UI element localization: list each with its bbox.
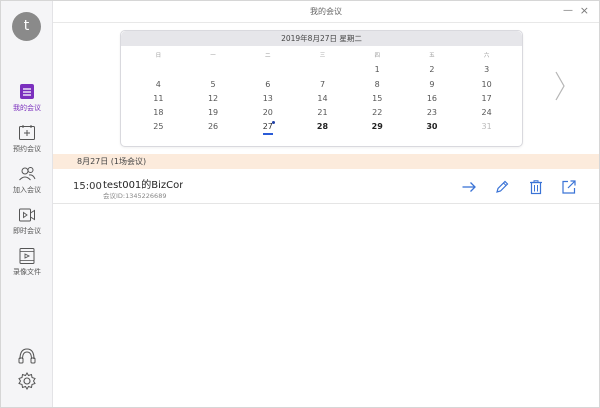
- calendar-day[interactable]: 23: [405, 106, 460, 120]
- calendar-header: 2019年8月27日 星期二: [121, 31, 522, 46]
- calendar-day[interactable]: 20: [240, 106, 295, 120]
- sidebar-item-label: 我的会议: [13, 104, 41, 112]
- window-title: 我的会议: [310, 7, 342, 16]
- weekday-label: 一: [210, 53, 216, 59]
- sidebar-item-join[interactable]: 加入会议: [1, 165, 53, 203]
- share-icon[interactable]: [561, 179, 577, 195]
- calendar-day[interactable]: 4: [131, 78, 186, 92]
- calendar-day[interactable]: 18: [131, 106, 186, 120]
- calendar-day[interactable]: 31: [459, 120, 514, 134]
- calendar-day[interactable]: 19: [186, 106, 241, 120]
- film-icon: [19, 248, 35, 264]
- event-dot: [271, 121, 275, 125]
- calendar-day[interactable]: 9: [405, 78, 460, 92]
- meeting-time: 15:00: [73, 181, 102, 192]
- sidebar-item-label: 录像文件: [13, 268, 41, 276]
- weekday-label: 二: [265, 53, 271, 59]
- sidebar-item-my-meetings[interactable]: 我的会议: [1, 83, 53, 121]
- sidebar-item-label: 预约会议: [13, 145, 41, 153]
- calendar-day[interactable]: 29: [350, 120, 405, 134]
- today-underline: [262, 133, 273, 135]
- avatar[interactable]: t: [12, 12, 41, 41]
- calendar: 2019年8月27日 星期二 日一二三四五六 1 2 3 4 5 6 7 8 9 10 11 12 13 1…: [120, 30, 523, 147]
- app-window: t 我的会议 预约会议 加入会议 即时会议 录像文件 我的会议 — × 2019…: [0, 0, 600, 408]
- calendar-day[interactable]: 27: [240, 120, 295, 135]
- calendar-day[interactable]: 15: [350, 92, 405, 106]
- calendar-day[interactable]: 30: [405, 120, 460, 134]
- sidebar-item-label: 加入会议: [13, 186, 41, 194]
- calendar-day[interactable]: 7: [295, 78, 350, 92]
- calendar-day[interactable]: 5: [186, 78, 241, 92]
- calendar-day[interactable]: 26: [186, 120, 241, 134]
- meeting-row[interactable]: 15:00 test001的BizCor 会议ID:1345226689: [53, 171, 599, 204]
- calendar-day[interactable]: 10: [459, 78, 514, 92]
- day-header: 8月27日 (1场会议): [53, 154, 599, 169]
- calendar-day[interactable]: 1: [350, 63, 405, 77]
- weekday-label: 五: [429, 53, 435, 59]
- calendar-day[interactable]: 3: [459, 63, 514, 77]
- chevron-right-icon[interactable]: [554, 71, 566, 101]
- meeting-id: 会议ID:1345226689: [103, 192, 167, 200]
- calendar-day[interactable]: 11: [131, 92, 186, 106]
- sidebar-item-label: 即时会议: [13, 227, 41, 235]
- minimize-button[interactable]: —: [563, 5, 573, 16]
- weekday-label: 三: [319, 53, 326, 59]
- arrow-right-icon[interactable]: [461, 179, 477, 195]
- weekday-label: 日: [155, 53, 162, 59]
- calendar-day[interactable]: 14: [295, 92, 350, 106]
- close-button[interactable]: ×: [580, 4, 589, 17]
- calendar-day[interactable]: 17: [459, 92, 514, 106]
- calendar-empty-cell: [240, 63, 295, 77]
- calendar-day[interactable]: 16: [405, 92, 460, 106]
- calendar-day[interactable]: 13: [240, 92, 295, 106]
- calendar-day[interactable]: 21: [295, 106, 350, 120]
- headset-icon[interactable]: [17, 346, 37, 366]
- calendar-day[interactable]: 6: [240, 78, 295, 92]
- calendar-day[interactable]: 12: [186, 92, 241, 106]
- calendar-day[interactable]: 24: [459, 106, 514, 120]
- video-icon: [19, 208, 35, 222]
- day-header-label: 8月27日 (1场会议): [77, 157, 147, 166]
- sidebar-item-recordings[interactable]: 录像文件: [1, 247, 53, 285]
- pencil-icon[interactable]: [494, 179, 510, 195]
- calendar-empty-cell: [295, 63, 350, 77]
- calendar-day[interactable]: 22: [350, 106, 405, 120]
- calendar-empty-cell: [131, 63, 186, 77]
- weekday-label: 四: [374, 53, 380, 59]
- calendar-empty-cell: [186, 63, 241, 77]
- sidebar-item-instant[interactable]: 即时会议: [1, 206, 53, 244]
- gear-icon[interactable]: [17, 371, 37, 391]
- calendar-day[interactable]: 8: [350, 78, 405, 92]
- people-icon: [19, 167, 36, 181]
- sidebar: t 我的会议 预约会议 加入会议 即时会议 录像文件: [1, 1, 53, 407]
- trash-icon[interactable]: [528, 179, 544, 195]
- calendar-grid: 日一二三四五六 1 2 3 4 5 6 7 8 9 10 11 12 13 14 15 16 17 18 19 20 21…: [131, 49, 514, 135]
- meeting-title: test001的BizCor: [103, 180, 183, 191]
- sidebar-item-schedule[interactable]: 预约会议: [1, 124, 53, 162]
- title-bar: 我的会议 — ×: [53, 1, 599, 23]
- list-icon: [20, 84, 34, 99]
- calendar-day[interactable]: 2: [405, 63, 460, 77]
- calendar-add-icon: [19, 125, 35, 140]
- calendar-day[interactable]: 25: [131, 120, 186, 134]
- calendar-day[interactable]: 28: [295, 120, 350, 134]
- weekday-label: 六: [483, 53, 490, 59]
